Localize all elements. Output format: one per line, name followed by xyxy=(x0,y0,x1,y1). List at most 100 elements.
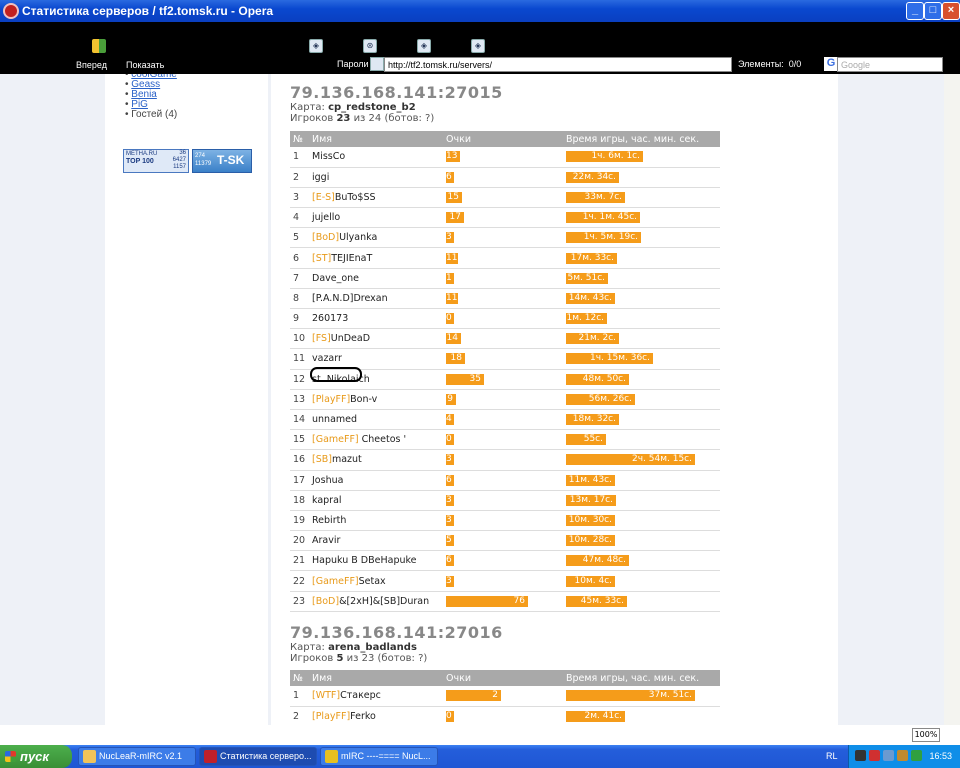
time-bar: 5м. 51с. xyxy=(566,272,608,284)
panel-icon[interactable]: ◈ xyxy=(309,39,323,53)
table-row: 22 [GameFF]Setax 3 10м. 4с. xyxy=(290,570,720,592)
table-row: 13 [PlayFF]Bon-v 9 56м. 26с. xyxy=(290,389,720,410)
row-number: 21 xyxy=(290,550,309,572)
maximize-button[interactable]: □ xyxy=(924,2,942,20)
top100-banner[interactable]: METHA.RU TOP 100 36 6427 1157 xyxy=(123,149,189,173)
time-bar: 22м. 34с. xyxy=(566,171,619,183)
score-bar: 9 xyxy=(446,393,456,405)
score-bar: 1 xyxy=(446,272,454,284)
time-bar: 37м. 51с. xyxy=(566,690,695,702)
player-nick: kapral xyxy=(312,494,342,506)
table-row: 2 iggi 6 22м. 34с. xyxy=(290,167,720,188)
time-bar: 18м. 32с. xyxy=(566,414,619,426)
player-nick: Aravir xyxy=(312,535,341,547)
score-bar: 15 xyxy=(446,191,462,203)
player-name: [P.A.N.D]Drexan xyxy=(309,288,443,310)
player-nick: 260173 xyxy=(312,313,349,325)
passwords-label[interactable]: Пароли xyxy=(337,59,369,69)
clan-tag: [GameFF] xyxy=(312,575,359,587)
notes-icon[interactable]: ◈ xyxy=(417,39,431,53)
player-nick: Ulyanka xyxy=(339,232,378,244)
col-name: Имя xyxy=(309,131,443,147)
scrollbar[interactable] xyxy=(944,74,960,725)
folder-icon xyxy=(83,750,96,763)
table-row: 1 MissCo 13 1ч. 6м. 1с. xyxy=(290,147,720,168)
player-name: [BoD]Ulyanka xyxy=(309,227,443,249)
row-number: 9 xyxy=(290,308,309,330)
language-indicator[interactable]: RL xyxy=(826,751,838,761)
clan-tag: [GameFF] xyxy=(312,434,359,446)
network-icon[interactable] xyxy=(883,750,894,761)
tsk-banner[interactable]: 274 11379 T-SK xyxy=(192,149,252,173)
clan-tag: [BoD] xyxy=(312,595,340,607)
steam-icon[interactable] xyxy=(855,750,866,761)
player-nick: Hapuku B DBeHapuke xyxy=(312,555,417,567)
table-row: 2 [PlayFF]Ferko 0 2м. 41с. xyxy=(290,706,720,725)
search-input[interactable] xyxy=(837,57,943,72)
mail-icon[interactable]: ◈ xyxy=(471,39,485,53)
row-number: 10 xyxy=(290,328,309,350)
google-icon[interactable]: G xyxy=(824,57,838,71)
player-name: iggi xyxy=(309,167,443,188)
taskbar-item[interactable]: mIRC ----==== NucL... xyxy=(320,747,438,766)
table-row: 23 [BoD]&[2xH]&[SB]Duran 76 45м. 33с. xyxy=(290,591,720,612)
close-button[interactable]: × xyxy=(942,2,960,20)
time-bar: 45м. 33с. xyxy=(566,595,627,607)
player-name: jujello xyxy=(309,207,443,229)
player-nick: vazarr xyxy=(312,353,342,365)
score-bar: 0 xyxy=(446,434,454,446)
time-bar: 10м. 4с. xyxy=(566,575,615,587)
row-number: 6 xyxy=(290,247,309,269)
table-row: 8 [P.A.N.D]Drexan 11 14м. 43с. xyxy=(290,288,720,310)
score-bar: 3 xyxy=(446,494,454,506)
table-row: 7 Dave_one 1 5м. 51с. xyxy=(290,268,720,289)
window-title: Статистика серверов / tf2.tomsk.ru - Ope… xyxy=(22,4,274,18)
row-number: 20 xyxy=(290,530,309,552)
row-number: 2 xyxy=(290,167,309,188)
clock: 16:53 xyxy=(929,751,952,761)
clan-tag: [PlayFF] xyxy=(312,710,351,722)
player-name: [PlayFF]Ferko xyxy=(309,706,443,725)
row-number: 1 xyxy=(290,686,309,707)
score-bar: 3 xyxy=(446,232,454,244)
forward-icon[interactable] xyxy=(92,39,106,53)
player-nick: iggi xyxy=(312,171,330,183)
table-row: 19 Rebirth 3 10м. 30с. xyxy=(290,510,720,532)
row-number: 1 xyxy=(290,147,309,168)
score-bar: 14 xyxy=(446,333,461,345)
player-nick: Setax xyxy=(358,575,386,587)
table-row: 15 [GameFF] Cheetos ' 0 55с. xyxy=(290,429,720,451)
taskbar-item[interactable]: Статистика серверо... xyxy=(199,747,317,766)
player-name: [GameFF] Cheetos ' xyxy=(309,429,443,451)
score-bar: 6 xyxy=(446,555,454,567)
time-bar: 55с. xyxy=(566,434,606,446)
score-bar: 4 xyxy=(446,414,454,426)
player-nick: UnDeaD xyxy=(330,333,371,345)
time-bar: 48м. 50с. xyxy=(566,373,629,385)
player-name: Dave_one xyxy=(309,268,443,289)
table-row: 10 [FS]UnDeaD 14 21м. 2с. xyxy=(290,328,720,350)
window-titlebar[interactable]: Статистика серверов / tf2.tomsk.ru - Ope… xyxy=(0,0,960,22)
tray-app-icon[interactable] xyxy=(911,750,922,761)
score-bar: 6 xyxy=(446,474,454,486)
player-name: MissCo xyxy=(309,147,443,168)
show-label[interactable]: Показать xyxy=(126,60,164,70)
score-bar: 11 xyxy=(446,252,458,264)
zoom-level[interactable]: 100% xyxy=(912,728,940,742)
col-number: № xyxy=(290,131,309,147)
player-nick: TEJIEnaT xyxy=(331,252,373,264)
start-button[interactable]: пуск xyxy=(0,745,72,768)
antivirus-icon[interactable] xyxy=(869,750,880,761)
sidebar-list: coolGame Geass Benia PiG Гостей (4) xyxy=(125,74,177,120)
taskbar-item[interactable]: NucLeaR-mIRC v2.1 xyxy=(78,747,196,766)
address-field[interactable]: http://tf2.tomsk.ru/servers/ xyxy=(384,57,732,72)
wand-icon[interactable]: ⊛ xyxy=(363,39,377,53)
speaker-icon[interactable] xyxy=(897,750,908,761)
minimize-button[interactable]: _ xyxy=(906,2,924,20)
forward-label[interactable]: Вперед xyxy=(76,60,107,70)
time-bar: 1ч. 1м. 45с. xyxy=(566,212,640,224)
server-meta: Карта: cp_redstone_b2 Игроков 23 из 24 (… xyxy=(290,102,435,124)
browser-toolbar: Вперед Показать ◈ ⊛ ◈ ◈ Пароли http://tf… xyxy=(0,22,960,74)
table-row: 1 [WTF]Стакерс 2 37м. 51с. xyxy=(290,686,720,707)
time-bar: 2ч. 54м. 15с. xyxy=(566,454,695,466)
